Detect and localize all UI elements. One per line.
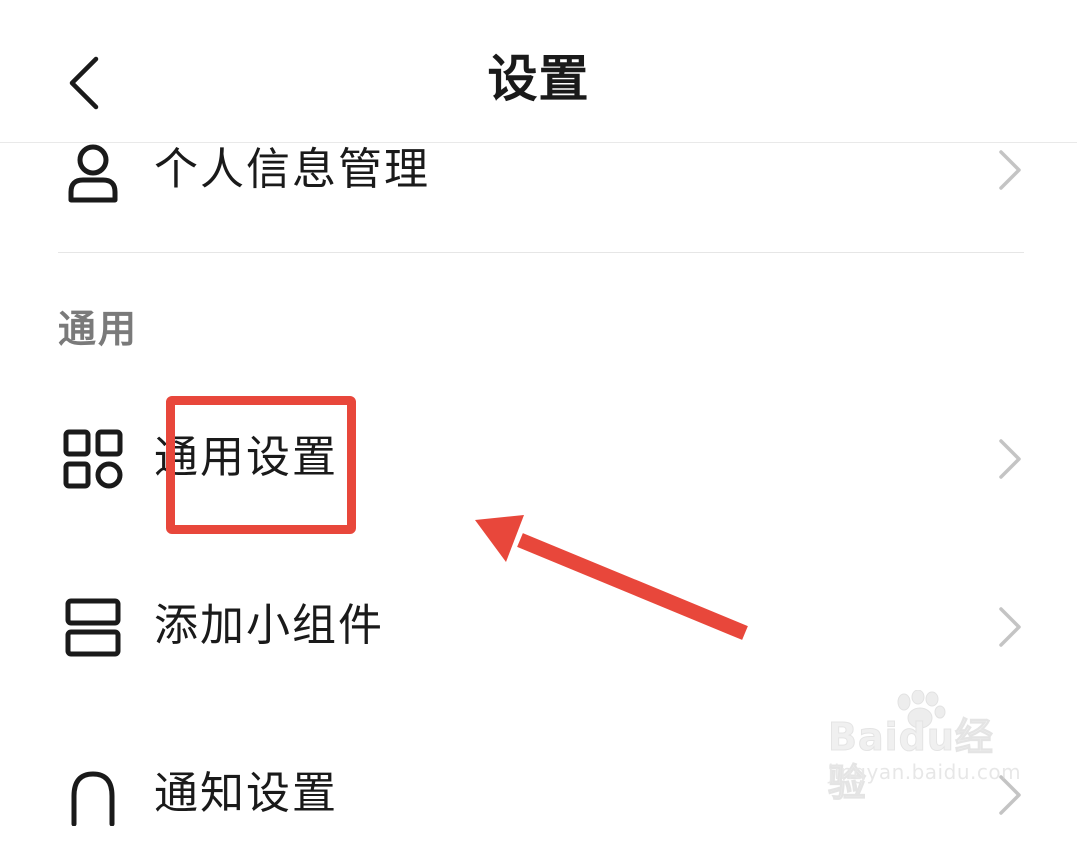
divider [58, 252, 1024, 253]
baidu-watermark: Baidu经验 jingyan.baidu.com [824, 690, 1024, 806]
page-title: 设置 [487, 50, 590, 108]
person-icon [60, 142, 126, 208]
settings-row-personal-info[interactable]: 个人信息管理 [0, 116, 1077, 226]
section-header-general: 通用 [58, 307, 139, 351]
row-label: 个人信息管理 [154, 144, 430, 195]
widget-icon [60, 594, 126, 660]
row-label: 添加小组件 [154, 600, 384, 651]
grid-apps-icon [60, 426, 126, 492]
row-label: 通知设置 [154, 768, 338, 819]
annotation-arrow [475, 515, 748, 640]
chevron-right-icon [992, 605, 1028, 649]
chevron-right-icon [992, 437, 1028, 481]
watermark-url: jingyan.baidu.com [828, 760, 1022, 784]
bell-icon [60, 762, 126, 828]
annotation-highlight-box [166, 396, 356, 534]
chevron-right-icon [992, 148, 1028, 192]
